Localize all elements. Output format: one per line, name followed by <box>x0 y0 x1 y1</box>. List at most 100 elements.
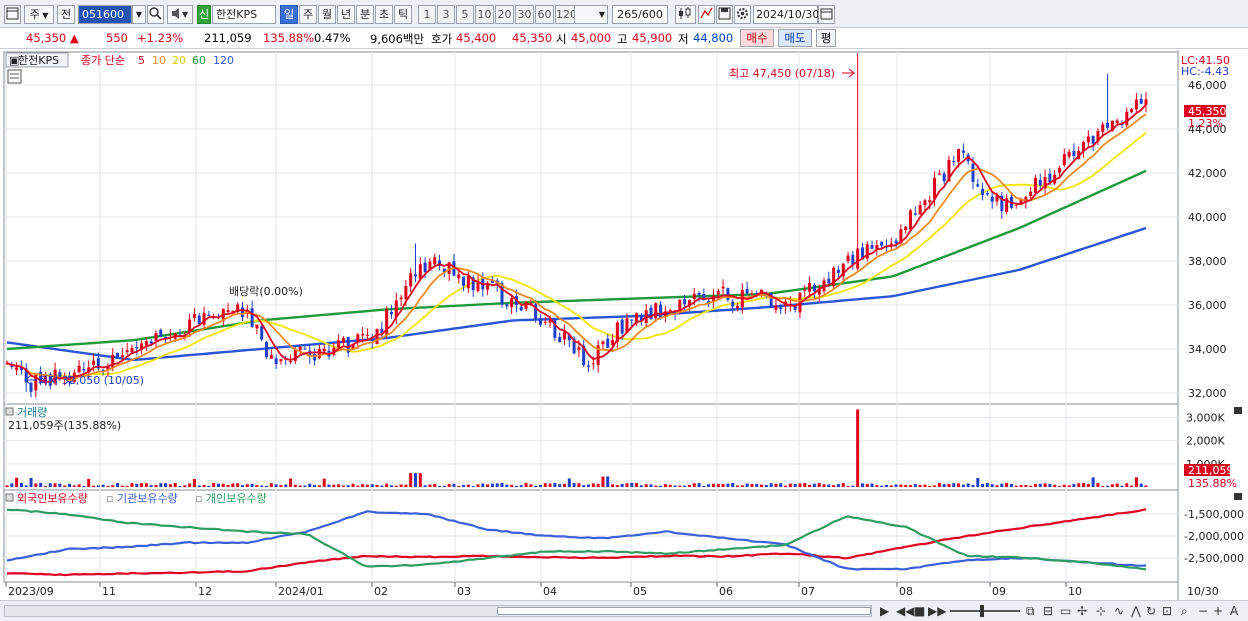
minute-tab-1[interactable]: 1 <box>418 5 436 24</box>
first-page-icon[interactable]: ◀◀ <box>896 604 914 618</box>
measure-icon[interactable]: ⊹ <box>1096 604 1106 618</box>
drawing-tool-icon[interactable] <box>698 5 715 24</box>
scroll-right-icon[interactable]: ▶ <box>880 604 889 618</box>
zoom-icon[interactable]: ⌕ <box>1181 604 1188 619</box>
volume-bar <box>72 485 76 487</box>
high-price: 45,900 <box>632 31 673 45</box>
table-toggle-icon[interactable] <box>7 69 22 84</box>
zoom-out-icon[interactable]: − <box>1198 604 1208 618</box>
volume-bar <box>63 485 67 487</box>
volume-bar <box>111 485 115 487</box>
volume-bar <box>957 483 961 487</box>
volume-bar <box>120 485 124 487</box>
interval-select[interactable]: ▼ <box>574 5 608 24</box>
panel-menu-icon[interactable] <box>5 407 14 416</box>
candle-body <box>269 354 273 359</box>
svg-text:▼: ▼ <box>182 10 189 19</box>
zoom-slider-handle[interactable] <box>980 605 984 617</box>
font-size-icon[interactable]: A <box>1230 604 1238 618</box>
window-icon[interactable]: ▭ <box>1060 604 1071 618</box>
buy-button[interactable]: 매수 <box>740 29 774 47</box>
candle-body <box>683 299 687 305</box>
volume-bar <box>577 483 581 487</box>
volume-bar <box>702 485 706 487</box>
period-tab-4[interactable]: 분 <box>356 5 374 24</box>
horizontal-scrollbar[interactable] <box>4 605 872 617</box>
eval-button[interactable]: 평 <box>816 29 836 47</box>
volume-bar <box>865 483 869 487</box>
sell-button[interactable]: 매도 <box>778 29 812 47</box>
stop-icon[interactable]: ■ <box>914 604 925 618</box>
panel-close-icon[interactable] <box>1234 407 1242 414</box>
volume-value-text: 211,059주(135.88%) <box>8 419 121 432</box>
period-tab-3[interactable]: 년 <box>337 5 355 24</box>
minute-tab-5[interactable]: 5 <box>456 5 474 24</box>
code-dropdown-icon[interactable]: ▼ <box>132 5 146 24</box>
candle-body <box>125 350 129 353</box>
volume-bar <box>740 485 744 487</box>
search-icon[interactable] <box>147 5 164 24</box>
minute-tab-30[interactable]: 30 <box>515 5 534 24</box>
volume-bar <box>1106 485 1110 487</box>
candle-type-icon[interactable] <box>675 5 696 24</box>
volume-bar <box>1005 482 1009 487</box>
zoom-slider[interactable] <box>950 605 1020 617</box>
layout-icon[interactable] <box>4 5 21 24</box>
period-tab-6[interactable]: 틱 <box>394 5 412 24</box>
calendar-icon[interactable] <box>818 5 835 24</box>
candle-body <box>827 278 831 284</box>
date-tick-label: 08 <box>899 585 913 598</box>
sound-icon[interactable]: ▼ <box>167 5 193 24</box>
image-icon[interactable]: ⊡ <box>1162 604 1172 618</box>
volume-bar <box>380 485 384 487</box>
candle-body <box>870 245 874 249</box>
trend-icon[interactable]: ∿ <box>1114 604 1124 618</box>
volume-bar <box>649 484 653 487</box>
minute-tab-20[interactable]: 20 <box>495 5 514 24</box>
date-input[interactable]: 2024/10/30 <box>753 5 819 24</box>
volume-bar <box>327 484 331 487</box>
period-tab-0[interactable]: 일 <box>280 5 298 24</box>
candle-body <box>1086 136 1090 143</box>
data-count[interactable]: 265/600 <box>612 5 668 24</box>
minute-tab-60[interactable]: 60 <box>535 5 554 24</box>
gear-icon[interactable] <box>734 5 751 24</box>
wave-icon[interactable]: ⋀ <box>1131 604 1141 618</box>
panel-close-icon[interactable] <box>1234 493 1242 500</box>
period-tab-2[interactable]: 월 <box>318 5 336 24</box>
market-select[interactable]: 주 ▼ <box>24 5 54 24</box>
split-icon[interactable]: ⊟ <box>1043 604 1053 618</box>
prev-button[interactable]: 전 <box>57 5 75 24</box>
volume-bar <box>1110 484 1114 487</box>
candle-body <box>880 241 884 246</box>
market-label: 주 <box>29 8 40 21</box>
stock-chart[interactable]: ▣ 한전KPS 종가 단순 5 10 20 60 120 최고 47,450 (… <box>0 50 1248 600</box>
current-pct-tag: 1.23% <box>1188 117 1223 130</box>
minute-tab-10[interactable]: 10 <box>475 5 494 24</box>
volume-bar <box>942 484 946 487</box>
volume-bar <box>274 484 278 487</box>
last-page-icon[interactable]: ▶▶ <box>928 604 946 618</box>
minute-tab-3[interactable]: 3 <box>437 5 455 24</box>
stock-code-input[interactable]: 051600 <box>78 5 132 24</box>
panel-menu-icon[interactable] <box>5 493 14 502</box>
candle-body <box>404 285 408 300</box>
period-tab-1[interactable]: 주 <box>299 5 317 24</box>
volume-bar <box>971 485 975 487</box>
candle-body <box>409 273 413 287</box>
candle-body <box>1115 120 1119 124</box>
candle-body <box>808 282 812 292</box>
save-icon[interactable] <box>716 5 733 24</box>
price-tick-label: 38,000 <box>1188 255 1227 268</box>
copy-icon[interactable]: ⧉ <box>1026 604 1035 619</box>
scroll-thumb[interactable] <box>497 607 871 615</box>
crosshair-icon[interactable]: ✢ <box>1077 604 1087 618</box>
volume-bar <box>630 482 634 487</box>
volume-bar <box>140 483 144 487</box>
zoom-in-icon[interactable]: + <box>1213 604 1223 618</box>
refresh-icon[interactable]: ↻ <box>1146 604 1156 618</box>
volume-bar <box>236 483 240 487</box>
period-tab-5[interactable]: 초 <box>375 5 393 24</box>
candle-body <box>591 363 595 365</box>
volume-bar <box>197 485 201 487</box>
